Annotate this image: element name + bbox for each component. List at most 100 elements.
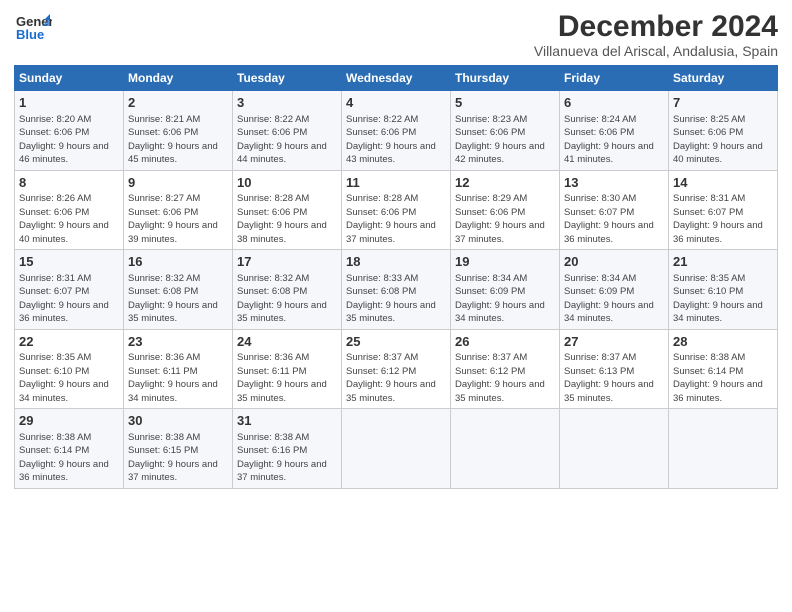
calendar-cell: 17 Sunrise: 8:32 AMSunset: 6:08 PMDayligh… [233, 250, 342, 330]
day-number: 12 [455, 174, 555, 192]
calendar-cell: 22Sunrise: 8:35 AMSunset: 6:10 PMDayligh… [15, 329, 124, 409]
calendar-cell: 1Sunrise: 8:20 AMSunset: 6:06 PMDaylight… [15, 91, 124, 171]
calendar-cell: 18 Sunrise: 8:33 AMSunset: 6:08 PMDayligh… [342, 250, 451, 330]
day-info: Sunrise: 8:22 AMSunset: 6:06 PMDaylight:… [346, 114, 436, 166]
calendar-cell [560, 409, 669, 489]
calendar-cell: 11Sunrise: 8:28 AMSunset: 6:06 PMDayligh… [342, 170, 451, 250]
calendar-cell: 20 Sunrise: 8:34 AMSunset: 6:09 PMDayligh… [560, 250, 669, 330]
day-number: 29 [19, 412, 119, 430]
day-info: Sunrise: 8:37 AMSunset: 6:12 PMDaylight:… [346, 352, 436, 404]
calendar-cell: 26Sunrise: 8:37 AMSunset: 6:12 PMDayligh… [451, 329, 560, 409]
day-info: Sunrise: 8:37 AMSunset: 6:13 PMDaylight:… [564, 352, 654, 404]
calendar-week-4: 22Sunrise: 8:35 AMSunset: 6:10 PMDayligh… [15, 329, 778, 409]
calendar-cell: 9Sunrise: 8:27 AMSunset: 6:06 PMDaylight… [124, 170, 233, 250]
calendar-cell: 23Sunrise: 8:36 AMSunset: 6:11 PMDayligh… [124, 329, 233, 409]
weekday-friday: Friday [560, 66, 669, 91]
weekday-wednesday: Wednesday [342, 66, 451, 91]
calendar-cell: 19 Sunrise: 8:34 AMSunset: 6:09 PMDayligh… [451, 250, 560, 330]
day-info: Sunrise: 8:31 AMSunset: 6:07 PMDaylight:… [673, 193, 763, 245]
day-info: Sunrise: 8:36 AMSunset: 6:11 PMDaylight:… [237, 352, 327, 404]
calendar-cell: 31Sunrise: 8:38 AMSunset: 6:16 PMDayligh… [233, 409, 342, 489]
day-number: 15 [19, 253, 119, 271]
weekday-saturday: Saturday [669, 66, 778, 91]
day-number: 5 [455, 94, 555, 112]
day-number: 16 [128, 253, 228, 271]
calendar-week-5: 29 Sunrise: 8:38 AMSunset: 6:14 PMDayligh… [15, 409, 778, 489]
day-number: 21 [673, 253, 773, 271]
day-number: 24 [237, 333, 337, 351]
day-info: Sunrise: 8:22 AMSunset: 6:06 PMDaylight:… [237, 114, 327, 166]
calendar-cell: 28Sunrise: 8:38 AMSunset: 6:14 PMDayligh… [669, 329, 778, 409]
calendar-cell: 30 Sunrise: 8:38 AMSunset: 6:15 PMDayligh… [124, 409, 233, 489]
day-info: Sunrise: 8:26 AMSunset: 6:06 PMDaylight:… [19, 193, 109, 245]
calendar-cell: 3Sunrise: 8:22 AMSunset: 6:06 PMDaylight… [233, 91, 342, 171]
calendar-body: 1Sunrise: 8:20 AMSunset: 6:06 PMDaylight… [15, 91, 778, 489]
day-number: 23 [128, 333, 228, 351]
day-info: Sunrise: 8:28 AMSunset: 6:06 PMDaylight:… [237, 193, 327, 245]
day-number: 11 [346, 174, 446, 192]
calendar-week-2: 8Sunrise: 8:26 AMSunset: 6:06 PMDaylight… [15, 170, 778, 250]
weekday-header-row: SundayMondayTuesdayWednesdayThursdayFrid… [15, 66, 778, 91]
day-info: Sunrise: 8:20 AMSunset: 6:06 PMDaylight:… [19, 114, 109, 166]
day-number: 22 [19, 333, 119, 351]
day-info: Sunrise: 8:34 AMSunset: 6:09 PMDaylight:… [455, 273, 545, 325]
day-info: Sunrise: 8:34 AMSunset: 6:09 PMDaylight:… [564, 273, 654, 325]
day-info: Sunrise: 8:30 AMSunset: 6:07 PMDaylight:… [564, 193, 654, 245]
calendar-cell: 16Sunrise: 8:32 AMSunset: 6:08 PMDayligh… [124, 250, 233, 330]
day-number: 28 [673, 333, 773, 351]
calendar-cell: 29 Sunrise: 8:38 AMSunset: 6:14 PMDayligh… [15, 409, 124, 489]
day-info: Sunrise: 8:31 AMSunset: 6:07 PMDaylight:… [19, 273, 109, 325]
weekday-sunday: Sunday [15, 66, 124, 91]
day-number: 25 [346, 333, 446, 351]
day-number: 10 [237, 174, 337, 192]
day-number: 7 [673, 94, 773, 112]
calendar-cell: 27Sunrise: 8:37 AMSunset: 6:13 PMDayligh… [560, 329, 669, 409]
day-number: 31 [237, 412, 337, 430]
calendar-cell: 6Sunrise: 8:24 AMSunset: 6:06 PMDaylight… [560, 91, 669, 171]
calendar-cell [451, 409, 560, 489]
logo-icon: General Blue [14, 10, 52, 48]
svg-text:Blue: Blue [16, 27, 44, 42]
day-number: 8 [19, 174, 119, 192]
calendar-cell: 10Sunrise: 8:28 AMSunset: 6:06 PMDayligh… [233, 170, 342, 250]
calendar-week-3: 15 Sunrise: 8:31 AMSunset: 6:07 PMDayligh… [15, 250, 778, 330]
day-info: Sunrise: 8:23 AMSunset: 6:06 PMDaylight:… [455, 114, 545, 166]
day-number: 26 [455, 333, 555, 351]
day-number: 20 [564, 253, 664, 271]
calendar-cell: 14Sunrise: 8:31 AMSunset: 6:07 PMDayligh… [669, 170, 778, 250]
day-number: 30 [128, 412, 228, 430]
day-info: Sunrise: 8:36 AMSunset: 6:11 PMDaylight:… [128, 352, 218, 404]
day-info: Sunrise: 8:33 AMSunset: 6:08 PMDaylight:… [346, 273, 436, 325]
calendar-table: SundayMondayTuesdayWednesdayThursdayFrid… [14, 65, 778, 489]
calendar-cell: 25Sunrise: 8:37 AMSunset: 6:12 PMDayligh… [342, 329, 451, 409]
day-info: Sunrise: 8:38 AMSunset: 6:14 PMDaylight:… [19, 432, 109, 484]
calendar-cell: 13Sunrise: 8:30 AMSunset: 6:07 PMDayligh… [560, 170, 669, 250]
calendar-cell: 8Sunrise: 8:26 AMSunset: 6:06 PMDaylight… [15, 170, 124, 250]
day-number: 2 [128, 94, 228, 112]
weekday-tuesday: Tuesday [233, 66, 342, 91]
day-number: 13 [564, 174, 664, 192]
day-number: 19 [455, 253, 555, 271]
logo: General Blue [14, 10, 52, 48]
day-number: 18 [346, 253, 446, 271]
weekday-thursday: Thursday [451, 66, 560, 91]
day-number: 4 [346, 94, 446, 112]
calendar-cell: 15 Sunrise: 8:31 AMSunset: 6:07 PMDayligh… [15, 250, 124, 330]
day-number: 6 [564, 94, 664, 112]
day-info: Sunrise: 8:35 AMSunset: 6:10 PMDaylight:… [19, 352, 109, 404]
day-info: Sunrise: 8:32 AMSunset: 6:08 PMDaylight:… [237, 273, 327, 325]
title-area: December 2024 Villanueva del Ariscal, An… [534, 10, 778, 59]
header: General Blue December 2024 Villanueva de… [14, 10, 778, 59]
calendar-cell: 12Sunrise: 8:29 AMSunset: 6:06 PMDayligh… [451, 170, 560, 250]
calendar-week-1: 1Sunrise: 8:20 AMSunset: 6:06 PMDaylight… [15, 91, 778, 171]
day-info: Sunrise: 8:28 AMSunset: 6:06 PMDaylight:… [346, 193, 436, 245]
day-number: 17 [237, 253, 337, 271]
calendar-cell: 7 Sunrise: 8:25 AMSunset: 6:06 PMDaylight… [669, 91, 778, 171]
calendar-cell: 24Sunrise: 8:36 AMSunset: 6:11 PMDayligh… [233, 329, 342, 409]
calendar-cell [342, 409, 451, 489]
day-info: Sunrise: 8:38 AMSunset: 6:15 PMDaylight:… [128, 432, 218, 484]
calendar-cell: 2Sunrise: 8:21 AMSunset: 6:06 PMDaylight… [124, 91, 233, 171]
day-info: Sunrise: 8:25 AMSunset: 6:06 PMDaylight:… [673, 114, 763, 166]
day-info: Sunrise: 8:29 AMSunset: 6:06 PMDaylight:… [455, 193, 545, 245]
main-title: December 2024 [534, 10, 778, 43]
